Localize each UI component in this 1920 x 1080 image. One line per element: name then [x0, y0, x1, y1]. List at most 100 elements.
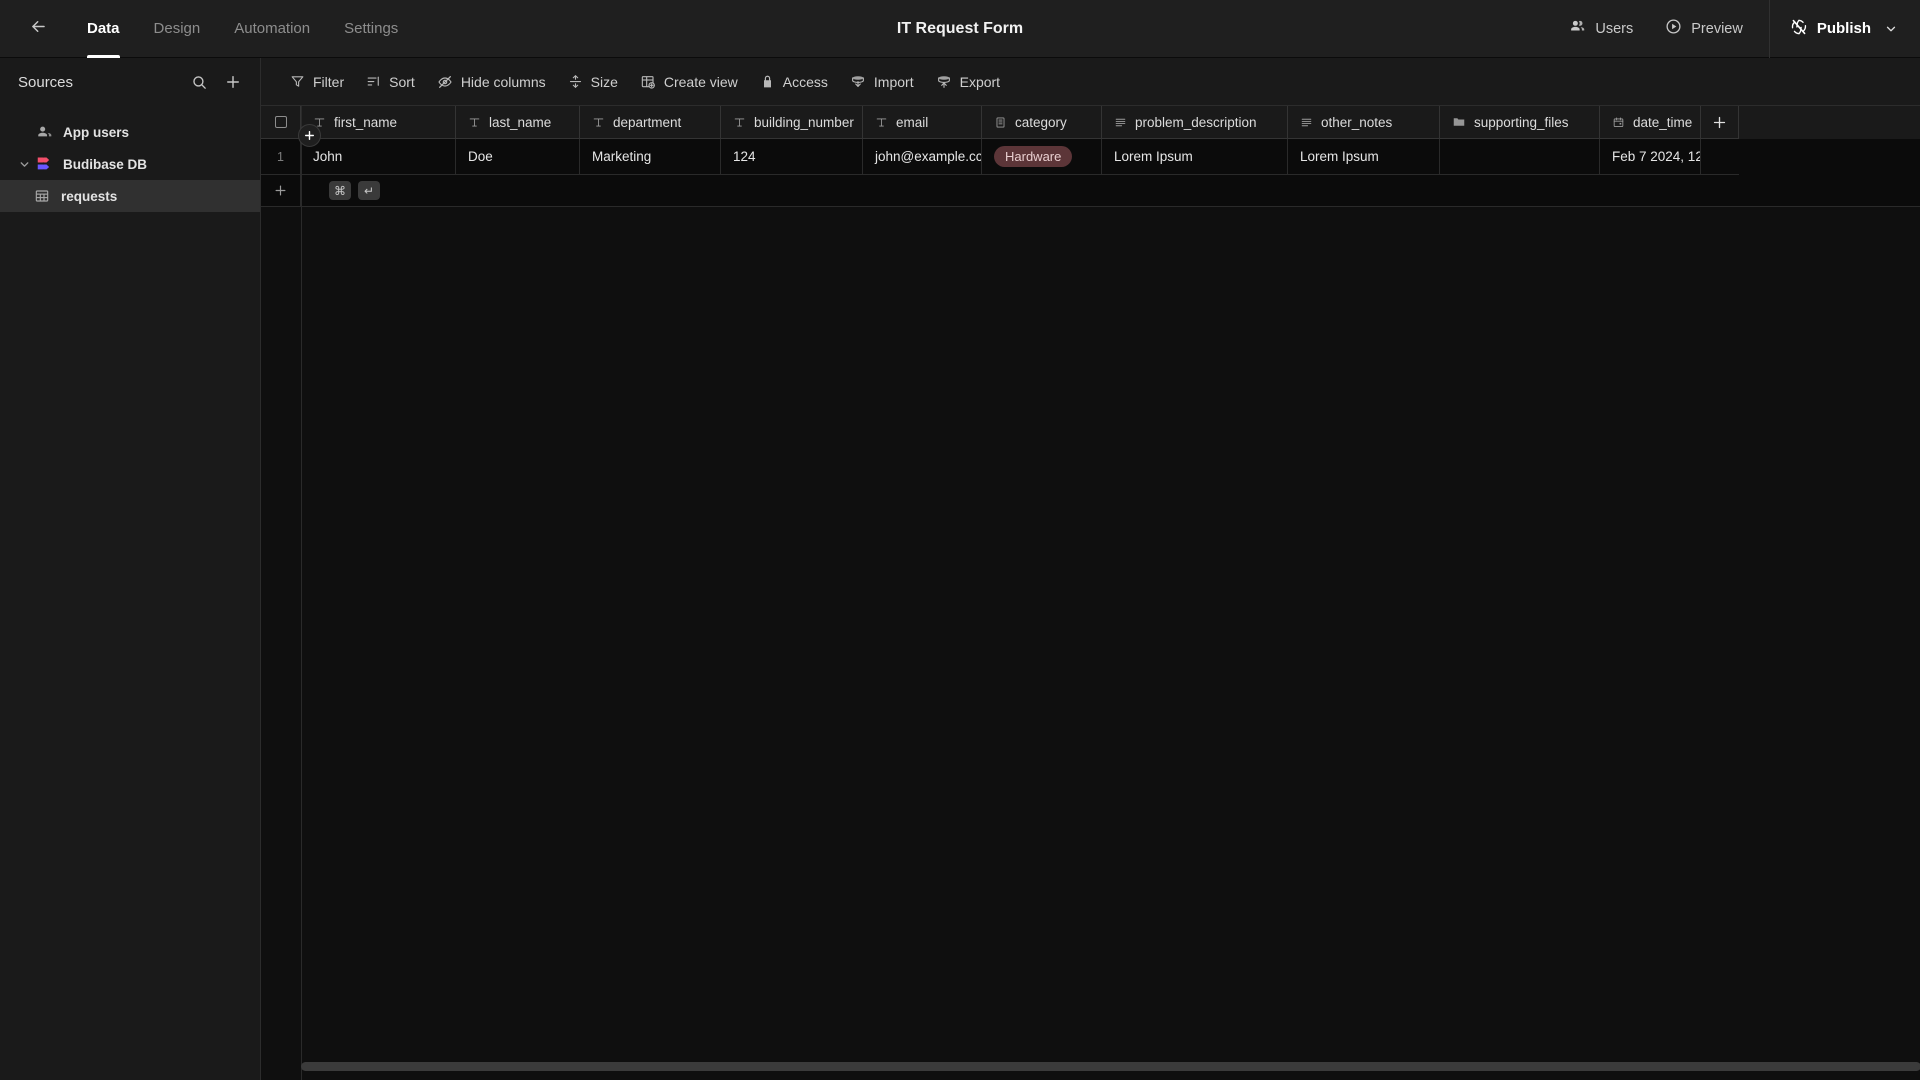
app-body: Sources App users Budibase DB requests F… — [0, 58, 1920, 1080]
sidebar-item-budibase-db[interactable]: Budibase DB — [0, 148, 260, 180]
text-type-icon — [875, 116, 888, 129]
search-icon[interactable] — [191, 74, 208, 91]
attachment-folder-icon — [1452, 115, 1466, 129]
cell-supporting_files[interactable] — [1440, 139, 1600, 175]
size-label: Size — [590, 73, 618, 90]
calendar-icon — [1612, 116, 1625, 129]
horizontal-scrollbar-thumb[interactable] — [301, 1062, 1920, 1071]
sidebar-item-budibase-db-label: Budibase DB — [63, 156, 148, 172]
cell-value: Doe — [468, 149, 493, 164]
row-height-icon — [568, 74, 583, 89]
publish-button[interactable]: Publish — [1774, 0, 1920, 58]
sidebar-item-app-users[interactable]: App users — [0, 116, 260, 148]
users-label: Users — [1595, 20, 1634, 37]
sources-sidebar: Sources App users Budibase DB requests — [0, 58, 261, 1080]
cell-email[interactable]: john@example.cc — [863, 139, 982, 175]
main-panel: Filter Sort Hide columns Size Create vie… — [261, 58, 1920, 1080]
cell-building_number[interactable]: 124 — [721, 139, 863, 175]
tab-design[interactable]: Design — [137, 0, 218, 58]
row-number-cell[interactable]: 1 — [261, 139, 301, 175]
cell-date_time[interactable]: Feb 7 2024, 12:10 — [1600, 139, 1701, 175]
main-tabs: Data Design Automation Settings — [70, 0, 415, 58]
filter-label: Filter — [313, 73, 345, 90]
lock-icon — [760, 74, 775, 89]
eye-off-icon — [437, 74, 453, 90]
cell-department[interactable]: Marketing — [580, 139, 721, 175]
table-row[interactable]: 1 John Doe Marketing 124 john@example.cc… — [261, 139, 1920, 175]
add-column-button[interactable] — [1701, 106, 1739, 139]
filter-icon — [290, 74, 305, 89]
hide-columns-label: Hide columns — [460, 73, 546, 90]
sidebar-item-requests[interactable]: requests — [0, 180, 260, 212]
size-button[interactable]: Size — [557, 67, 629, 97]
grid-header-row: first_name last_name department building… — [261, 106, 1920, 139]
insert-row-button[interactable] — [298, 124, 321, 147]
cell-value: Marketing — [592, 149, 652, 164]
column-header-supporting_files[interactable]: supporting_files — [1440, 106, 1600, 139]
column-header-date_time[interactable]: date_time — [1600, 106, 1701, 139]
users-button[interactable]: Users — [1553, 0, 1649, 58]
sort-button[interactable]: Sort — [355, 67, 426, 97]
create-view-button[interactable]: Create view — [629, 67, 749, 97]
cell-category[interactable]: Hardware — [982, 139, 1102, 175]
column-header-building_number[interactable]: building_number — [721, 106, 863, 139]
select-all-checkbox[interactable] — [274, 116, 287, 128]
tab-settings[interactable]: Settings — [327, 0, 415, 58]
cell-value: Feb 7 2024, 12:10 — [1612, 149, 1700, 164]
select-all-cell[interactable] — [261, 106, 301, 139]
tab-data[interactable]: Data — [70, 0, 137, 58]
column-header-label: department — [613, 114, 682, 130]
column-header-category[interactable]: category — [982, 106, 1102, 139]
column-header-label: other_notes — [1321, 114, 1393, 130]
column-header-last_name[interactable]: last_name — [456, 106, 580, 139]
cell-problem_description[interactable]: Lorem Ipsum — [1102, 139, 1288, 175]
sort-icon — [366, 74, 381, 89]
column-header-other_notes[interactable]: other_notes — [1288, 106, 1440, 139]
sort-label: Sort — [389, 73, 415, 90]
filter-button[interactable]: Filter — [279, 67, 355, 97]
text-type-icon — [468, 116, 481, 129]
cell-value: Lorem Ipsum — [1114, 149, 1193, 164]
column-header-email[interactable]: email — [863, 106, 982, 139]
sidebar-item-app-users-label: App users — [63, 124, 130, 140]
cell-value: John — [313, 149, 343, 164]
preview-button[interactable]: Preview — [1649, 0, 1759, 58]
column-header-label: first_name — [334, 114, 398, 130]
add-row[interactable]: ⌘ ↵ — [261, 175, 1920, 207]
access-button[interactable]: Access — [749, 67, 839, 97]
enter-key-badge: ↵ — [358, 181, 380, 200]
column-header-label: category — [1015, 114, 1067, 130]
cell-other_notes[interactable]: Lorem Ipsum — [1288, 139, 1440, 175]
cell-value: john@example.cc — [875, 149, 982, 164]
budibase-logo-icon — [36, 155, 63, 174]
cell-last_name[interactable]: Doe — [456, 139, 580, 175]
sources-actions — [191, 73, 242, 91]
text-type-icon — [733, 116, 746, 129]
data-grid: first_name last_name department building… — [261, 106, 1920, 247]
column-header-label: date_time — [1633, 114, 1693, 130]
add-source-icon[interactable] — [224, 73, 242, 91]
top-bar: Data Design Automation Settings IT Reque… — [0, 0, 1920, 58]
export-button[interactable]: Export — [925, 67, 1011, 97]
cell-value: Lorem Ipsum — [1300, 149, 1379, 164]
publish-label: Publish — [1816, 20, 1871, 37]
import-button[interactable]: Import — [839, 67, 925, 97]
column-header-problem_description[interactable]: problem_description — [1102, 106, 1288, 139]
column-header-first_name[interactable]: first_name — [301, 106, 456, 139]
add-row-button[interactable] — [261, 175, 301, 207]
users-icon — [1569, 18, 1586, 39]
cell-first_name[interactable]: John — [301, 139, 456, 175]
export-icon — [936, 74, 952, 90]
grid-toolbar: Filter Sort Hide columns Size Create vie… — [261, 58, 1920, 106]
tab-automation[interactable]: Automation — [217, 0, 327, 58]
back-button[interactable] — [18, 9, 58, 49]
horizontal-scrollbar[interactable] — [301, 1062, 1920, 1071]
create-view-label: Create view — [663, 73, 738, 90]
arrow-left-icon — [29, 17, 48, 41]
hide-columns-button[interactable]: Hide columns — [426, 67, 557, 97]
row-number: 1 — [277, 149, 284, 164]
column-header-department[interactable]: department — [580, 106, 721, 139]
tab-settings-label: Settings — [344, 20, 399, 37]
chevron-down-icon[interactable] — [18, 158, 36, 171]
globe-off-icon — [1790, 18, 1808, 40]
